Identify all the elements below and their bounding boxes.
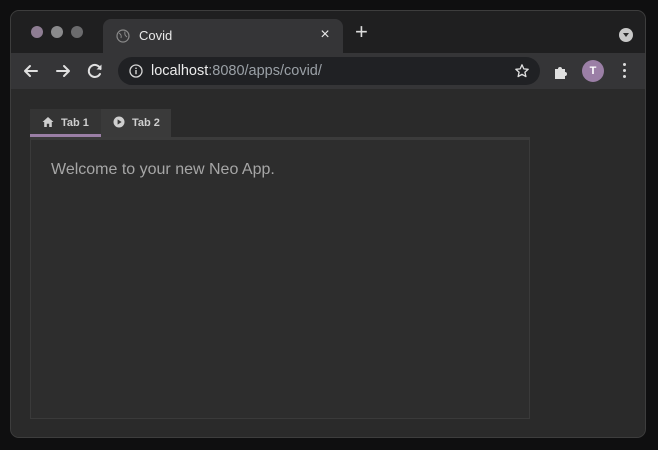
tab-2[interactable]: Tab 2 — [101, 109, 171, 137]
forward-arrow-icon[interactable] — [53, 61, 73, 81]
browser-toolbar: localhost:8080/apps/covid/ T — [11, 53, 645, 89]
home-icon — [42, 117, 54, 127]
back-arrow-icon[interactable] — [21, 61, 41, 81]
extensions-puzzle-icon[interactable] — [552, 63, 570, 81]
tab-content-panel: Welcome to your new Neo App. — [30, 140, 530, 419]
tab-strip: Covid × + — [11, 11, 645, 53]
reload-icon[interactable] — [85, 61, 105, 81]
close-icon[interactable]: × — [317, 26, 333, 44]
tab-1-label: Tab 1 — [61, 117, 89, 129]
bookmark-star-icon[interactable] — [514, 63, 530, 79]
tab-1[interactable]: Tab 1 — [30, 109, 101, 137]
browser-tab-covid[interactable]: Covid × — [103, 19, 343, 53]
browser-tab-title: Covid — [139, 28, 173, 43]
page-viewport: Tab 1 Tab 2 Welcome to your new Neo App. — [11, 89, 645, 437]
address-bar[interactable]: localhost:8080/apps/covid/ — [118, 57, 540, 85]
tab-search-icon[interactable] — [619, 28, 633, 42]
close-window-dot[interactable] — [31, 26, 43, 38]
url-path: :8080/apps/covid/ — [208, 63, 322, 79]
url-text[interactable]: localhost:8080/apps/covid/ — [151, 63, 322, 79]
welcome-text: Welcome to your new Neo App. — [51, 161, 275, 178]
new-tab-button[interactable]: + — [355, 21, 368, 43]
tab-2-label: Tab 2 — [132, 117, 160, 129]
globe-icon — [116, 29, 130, 43]
url-host: localhost — [151, 63, 209, 79]
app-tab-bar: Tab 1 Tab 2 — [30, 109, 530, 137]
profile-avatar[interactable]: T — [582, 60, 604, 82]
info-icon[interactable] — [129, 64, 143, 78]
zoom-window-dot[interactable] — [71, 26, 83, 38]
play-circle-icon — [113, 116, 125, 128]
browser-window: Covid × + localhost:8080/apps/covid/ T T… — [10, 10, 646, 438]
kebab-menu-icon[interactable] — [622, 63, 628, 81]
minimize-window-dot[interactable] — [51, 26, 63, 38]
